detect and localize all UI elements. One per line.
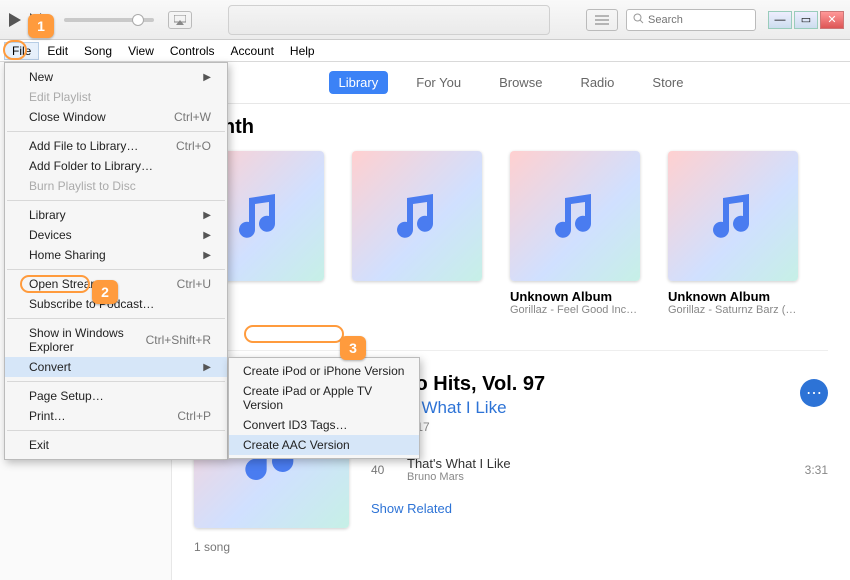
album-artist: Gorillaz - Saturnz Barz (Spirit H… [668,304,798,316]
file-menu-item[interactable]: Show in Windows ExplorerCtrl+Shift+R [5,323,227,357]
track-info: That's What I Like Bruno Mars [407,456,805,483]
section-tabs: Library For You Browse Radio Store [172,62,850,104]
file-menu-item[interactable]: Exit [5,435,227,455]
convert-menu-item[interactable]: Create iPod or iPhone Version [229,361,419,381]
lcd-display [228,5,550,35]
convert-menu-item[interactable]: Create iPad or Apple TV Version [229,381,419,415]
menu-controls[interactable]: Controls [162,42,223,60]
file-menu-item[interactable]: Library▶ [5,205,227,225]
album-card[interactable]: Unknown Album Gorillaz - Saturnz Barz (S… [668,151,798,316]
window-controls: — ▭ ✕ [768,11,844,29]
song-count: 1 song [194,540,828,554]
menu-edit[interactable]: Edit [39,42,76,60]
album-card[interactable] [352,151,482,316]
tab-store[interactable]: Store [642,71,693,94]
album-grid: Unknown Album Gorillaz - Feel Good Inc. … [194,151,828,316]
convert-menu-item[interactable]: Convert ID3 Tags… [229,415,419,435]
file-menu-item[interactable]: New▶ [5,67,227,87]
play-button[interactable] [6,11,24,29]
now-playing-meta: Bravo Hits, Vol. 97 That's What I Like P… [371,373,828,528]
menu-view[interactable]: View [120,42,162,60]
volume-slider[interactable] [64,18,154,22]
convert-menu-item[interactable]: Create AAC Version [229,435,419,455]
file-menu-dropdown: New▶Edit PlaylistClose WindowCtrl+W Add F… [4,62,228,460]
np-genre-year: Pop · 2017 [371,420,800,434]
file-menu-item[interactable]: Home Sharing▶ [5,245,227,265]
more-options-button[interactable]: ⋯ [800,379,828,407]
file-menu-item[interactable]: Print…Ctrl+P [5,406,227,426]
np-track-title[interactable]: That's What I Like [371,398,800,418]
convert-submenu: Create iPod or iPhone VersionCreate iPad… [228,357,420,459]
album-artist: Gorillaz - Feel Good Inc. (Offici… [510,304,640,316]
search-icon [633,11,644,29]
album-art [510,151,640,281]
tab-browse[interactable]: Browse [489,71,552,94]
list-view-button[interactable] [586,9,618,31]
search-box[interactable] [626,9,756,31]
maximize-button[interactable]: ▭ [794,11,818,29]
annotation-1: 1 [28,14,54,38]
album-title: Unknown Album [668,289,798,304]
minimize-button[interactable]: — [768,11,792,29]
album-card[interactable]: Unknown Album Gorillaz - Feel Good Inc. … [510,151,640,316]
show-related-link[interactable]: Show Related [371,501,828,516]
annotation-ring-2 [20,275,90,293]
file-menu-item[interactable]: Close WindowCtrl+W [5,107,227,127]
album-art [668,151,798,281]
toolbar-right: — ▭ ✕ [586,9,844,31]
player-toolbar: — ▭ ✕ [0,0,850,40]
menu-account[interactable]: Account [223,42,282,60]
tab-library[interactable]: Library [329,71,389,94]
tab-radio[interactable]: Radio [570,71,624,94]
file-menu-item[interactable]: Page Setup… [5,386,227,406]
menu-help[interactable]: Help [282,42,323,60]
track-duration: 3:31 [805,463,828,477]
track-artist: Bruno Mars [407,471,805,483]
track-name: That's What I Like [407,456,805,471]
section-title: Month [194,116,828,139]
np-album-title: Bravo Hits, Vol. 97 [371,373,800,396]
menu-bar: File Edit Song View Controls Account Hel… [0,40,850,62]
annotation-ring-3 [244,325,344,343]
album-title: Unknown Album [510,289,640,304]
file-menu-item: Burn Playlist to Disc [5,176,227,196]
annotation-3: 3 [340,336,366,360]
annotation-ring-1 [3,40,27,60]
annotation-2: 2 [92,280,118,304]
menu-song[interactable]: Song [76,42,120,60]
file-menu-item[interactable]: Devices▶ [5,225,227,245]
album-art [352,151,482,281]
file-menu-item[interactable]: Add File to Library…Ctrl+O [5,136,227,156]
close-button[interactable]: ✕ [820,11,844,29]
file-menu-item: Edit Playlist [5,87,227,107]
track-index: 40 [371,463,407,477]
file-menu-item[interactable]: Convert▶ [5,357,227,377]
search-input[interactable] [648,14,749,26]
tab-for-you[interactable]: For You [406,71,471,94]
airplay-button[interactable] [168,11,192,29]
track-row[interactable]: 40 That's What I Like Bruno Mars 3:31 [371,456,828,483]
file-menu-item[interactable]: Add Folder to Library… [5,156,227,176]
